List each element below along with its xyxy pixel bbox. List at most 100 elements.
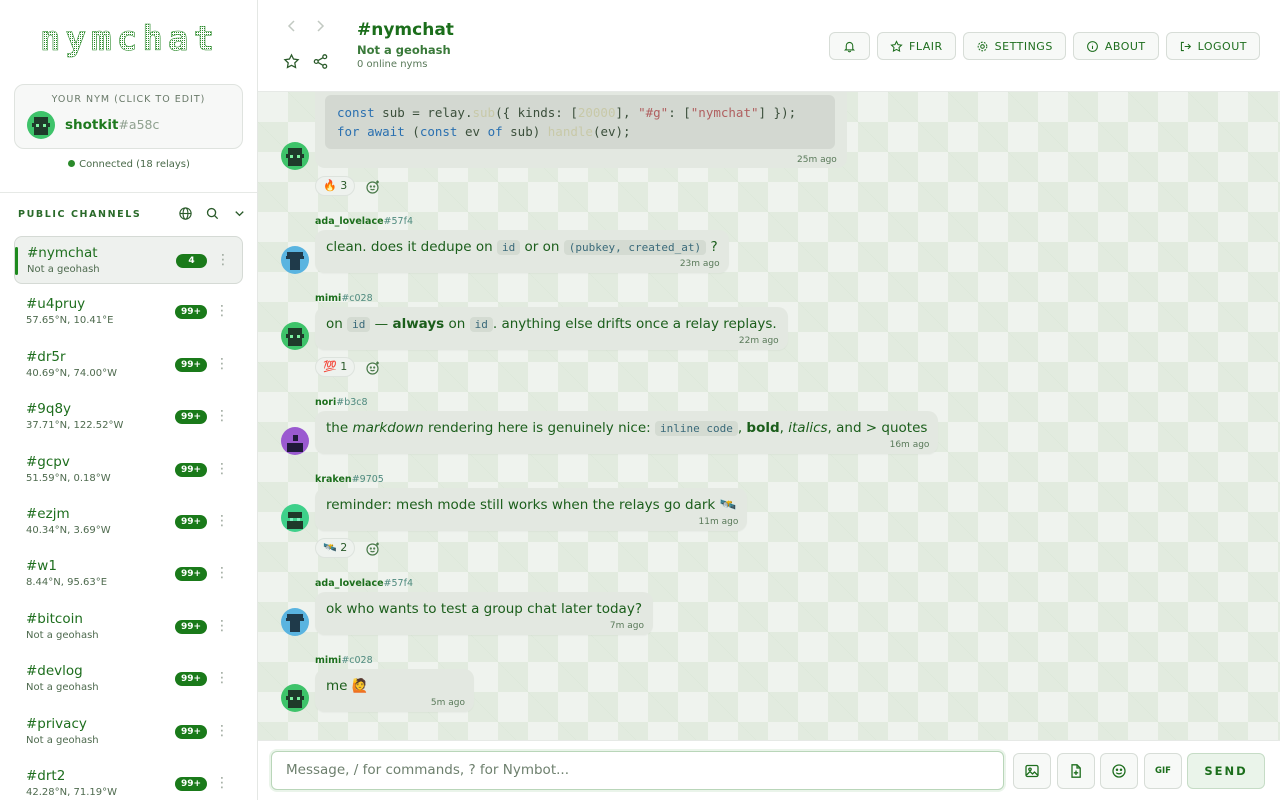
- more-vertical-icon[interactable]: ⋮: [215, 722, 229, 740]
- channel-item-nymchat[interactable]: #nymchat Not a geohash 4 ⋮: [14, 236, 243, 284]
- sidebar: nymchat YOUR NYM (CLICK TO EDIT) shotkit…: [0, 0, 258, 800]
- channel-subtitle: 42.28°N, 71.19°W: [26, 786, 117, 798]
- more-vertical-icon[interactable]: ⋮: [215, 617, 229, 635]
- file-upload-button[interactable]: [1057, 753, 1095, 789]
- channel-item-ezjm[interactable]: #ezjm 40.34°N, 3.69°W 99+ ⋮: [14, 498, 243, 546]
- user-avatar: [281, 427, 309, 455]
- channel-subtitle: 37.71°N, 122.52°W: [26, 420, 124, 432]
- emoji-button[interactable]: [1100, 753, 1138, 789]
- message-author[interactable]: ada_lovelace#57f4: [315, 216, 413, 227]
- more-vertical-icon[interactable]: ⋮: [215, 512, 229, 530]
- user-avatar: [281, 504, 309, 532]
- channel-name: #devlog: [26, 663, 83, 680]
- unread-badge: 99+: [175, 410, 208, 425]
- channel-item-9q8y[interactable]: #9q8y 37.71°N, 122.52°W 99+ ⋮: [14, 393, 243, 441]
- add-reaction-icon[interactable]: [364, 359, 382, 377]
- unread-badge: 99+: [175, 357, 208, 372]
- channel-item-w1[interactable]: #w1 8.44°N, 95.63°E 99+ ⋮: [14, 550, 243, 598]
- bell-icon: [844, 41, 856, 52]
- nym-card[interactable]: YOUR NYM (CLICK TO EDIT) shotkit#a58c: [14, 84, 243, 149]
- channel-item-gcpv[interactable]: #gcpv 51.59°N, 0.18°W 99+ ⋮: [14, 446, 243, 494]
- gear-icon: [977, 41, 987, 51]
- image-upload-button[interactable]: [1013, 753, 1051, 789]
- send-button[interactable]: SEND: [1187, 753, 1265, 789]
- channel-item-dr5r[interactable]: #dr5r 40.69°N, 74.00°W 99+ ⋮: [14, 341, 243, 389]
- star-icon: [890, 39, 903, 52]
- user-avatar: [281, 684, 309, 712]
- info-icon: [1086, 40, 1098, 52]
- back-arrow-icon[interactable]: [286, 18, 298, 34]
- channel-subtitle: Not a geohash: [27, 264, 100, 275]
- message-author[interactable]: mimi#c028: [315, 293, 373, 304]
- channel-subtitle: Not a geohash: [357, 43, 451, 57]
- online-count: 0 online nyms: [357, 59, 428, 70]
- message-time: 25m ago: [797, 155, 837, 165]
- channel-name: #nymchat: [27, 245, 98, 261]
- message-input[interactable]: Message, / for commands, ? for Nymbot...: [271, 751, 1004, 790]
- search-icon[interactable]: [205, 206, 220, 221]
- page-title: #nymchat: [357, 20, 454, 40]
- unread-badge: 99+: [175, 462, 208, 477]
- more-vertical-icon[interactable]: ⋮: [215, 355, 229, 373]
- channel-item-devlog[interactable]: #devlog Not a geohash 99+ ⋮: [14, 655, 243, 703]
- svg-text:nymchat: nymchat: [40, 19, 214, 59]
- logout-icon: [1180, 41, 1191, 51]
- more-vertical-icon[interactable]: ⋮: [215, 774, 229, 792]
- more-vertical-icon[interactable]: ⋮: [215, 407, 229, 425]
- nym-name: shotkit#a58c: [65, 117, 160, 133]
- reaction-chip[interactable]: 🔥 3: [315, 176, 356, 196]
- globe-icon[interactable]: [178, 206, 193, 221]
- unread-badge: 99+: [175, 776, 208, 791]
- flair-button[interactable]: FLAIR: [877, 32, 956, 60]
- star-icon[interactable]: [283, 53, 300, 70]
- add-reaction-icon[interactable]: [364, 540, 382, 558]
- add-reaction-icon[interactable]: [364, 178, 382, 196]
- message-author[interactable]: kraken#9705: [315, 474, 384, 485]
- more-vertical-icon[interactable]: ⋮: [215, 460, 229, 478]
- channel-subtitle: Not a geohash: [26, 734, 99, 746]
- nymchat-logo: nymchat: [40, 19, 215, 60]
- share-icon[interactable]: [312, 53, 329, 70]
- channel-subtitle: 57.65°N, 10.41°E: [26, 315, 114, 327]
- about-button[interactable]: ABOUT: [1072, 32, 1159, 60]
- reaction-chip[interactable]: 🛰️ 2: [315, 538, 356, 558]
- channel-item-bitcoin[interactable]: #bitcoin Not a geohash 99+ ⋮: [14, 603, 243, 651]
- message-bubble: reminder: mesh mode still works when the…: [315, 488, 748, 531]
- forward-arrow-icon[interactable]: [314, 18, 326, 34]
- image-icon: [1025, 764, 1039, 778]
- message-bubble: ok who wants to test a group chat later …: [315, 592, 653, 635]
- channel-subtitle: 40.34°N, 3.69°W: [26, 524, 111, 536]
- message-bubble: me 🙋 5m ago: [315, 669, 474, 712]
- channel-name: #bitcoin: [26, 610, 83, 627]
- channel-name: #w1: [26, 558, 57, 575]
- nym-caption: YOUR NYM (CLICK TO EDIT): [51, 94, 206, 105]
- channel-name: #privacy: [26, 715, 87, 732]
- more-vertical-icon[interactable]: ⋮: [215, 669, 229, 687]
- chevron-down-icon[interactable]: [232, 206, 247, 221]
- unread-badge: 99+: [175, 567, 208, 582]
- more-vertical-icon[interactable]: ⋮: [216, 251, 230, 269]
- channel-item-privacy[interactable]: #privacy Not a geohash 99+ ⋮: [14, 708, 243, 756]
- settings-button[interactable]: SETTINGS: [962, 32, 1066, 60]
- message-author[interactable]: ada_lovelace#57f4: [315, 578, 413, 589]
- channel-subtitle: 40.69°N, 74.00°W: [26, 367, 117, 379]
- unread-badge: 99+: [175, 672, 208, 687]
- notifications-button[interactable]: [829, 32, 871, 60]
- message-author[interactable]: nori#b3c8: [315, 397, 368, 408]
- user-avatar: [27, 111, 55, 139]
- channel-subtitle: Not a geohash: [26, 682, 99, 694]
- more-vertical-icon[interactable]: ⋮: [215, 302, 229, 320]
- channel-item-u4pruy[interactable]: #u4pruy 57.65°N, 10.41°E 99+ ⋮: [14, 288, 243, 336]
- user-avatar: [281, 322, 309, 350]
- channel-item-drt2[interactable]: #drt2 42.28°N, 71.19°W 99+ ⋮: [14, 760, 243, 800]
- message-author[interactable]: mimi#c028: [315, 655, 373, 666]
- unread-badge: 99+: [175, 514, 208, 529]
- message-time: 11m ago: [698, 517, 739, 527]
- unread-badge: 99+: [175, 724, 208, 739]
- gif-button[interactable]: GIF: [1144, 753, 1182, 789]
- channel-subtitle: Not a geohash: [26, 629, 99, 641]
- more-vertical-icon[interactable]: ⋮: [215, 564, 229, 582]
- channel-header: #nymchat Not a geohash 0 online nyms FLA…: [258, 0, 1280, 92]
- logout-button[interactable]: LOGOUT: [1165, 32, 1260, 60]
- reaction-chip[interactable]: 💯 1: [315, 357, 356, 377]
